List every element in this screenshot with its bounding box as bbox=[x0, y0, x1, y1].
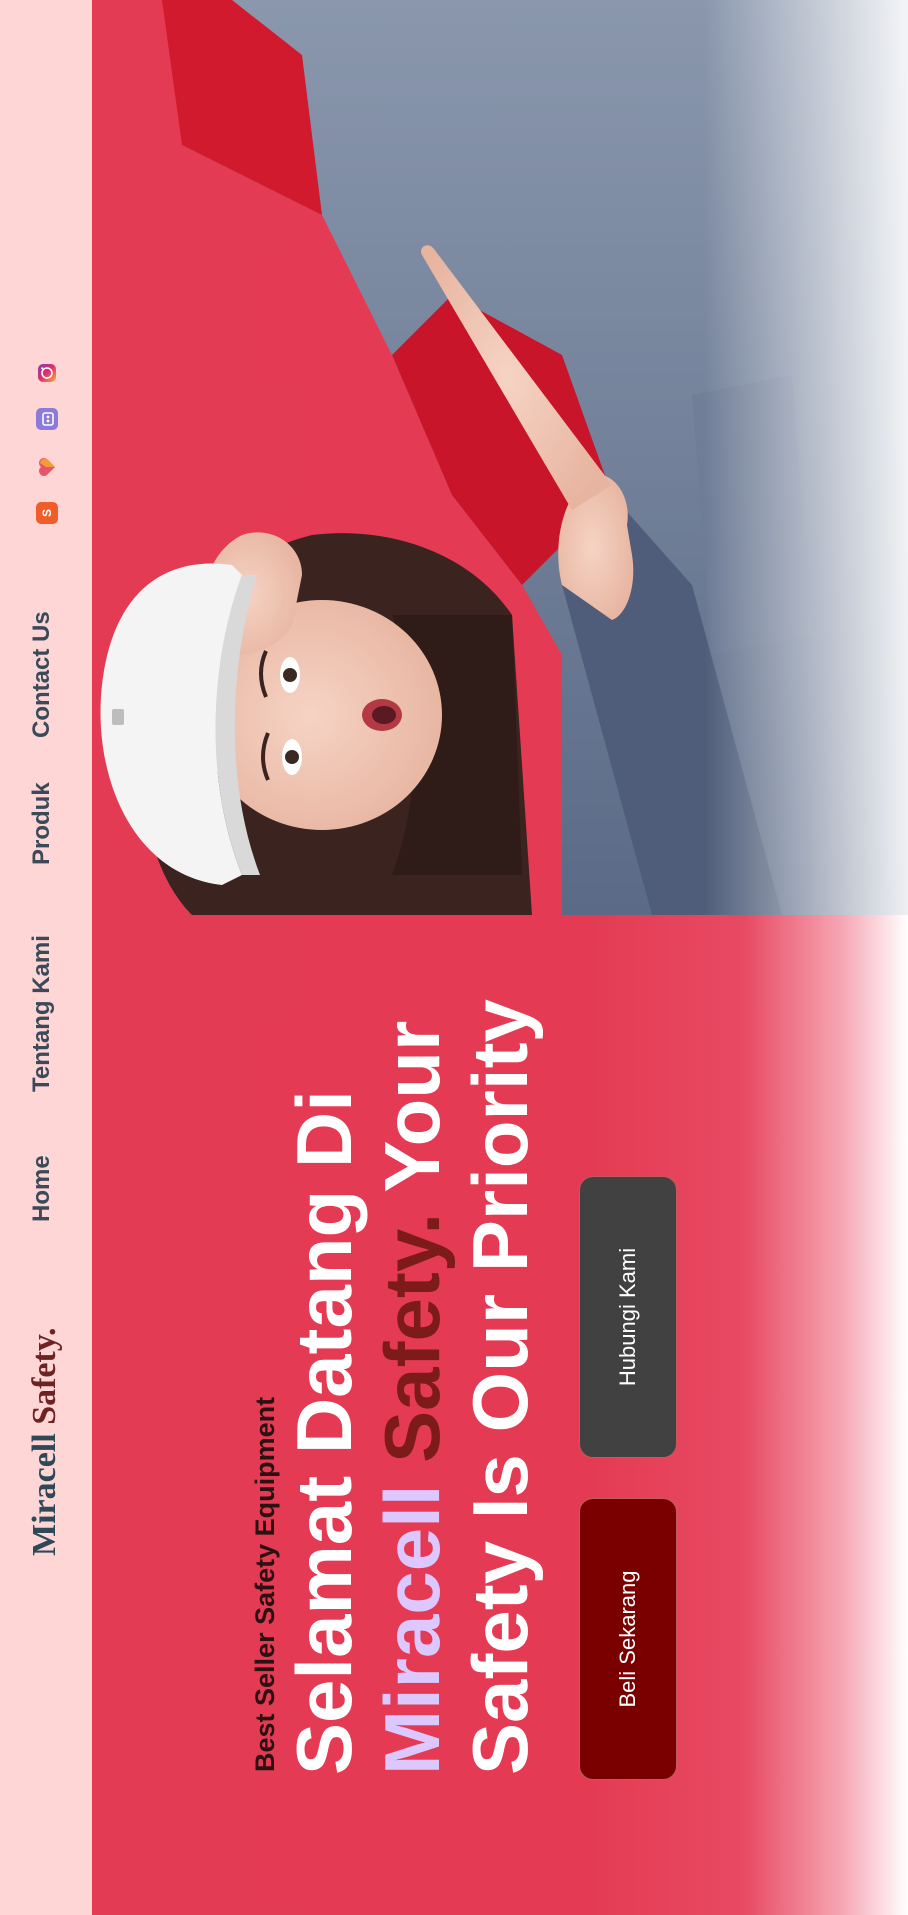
hero-title-your: Your bbox=[368, 1020, 456, 1213]
brand-accent: Safety. bbox=[26, 1327, 63, 1425]
hero-title-line-3: Safety Is Our Priority bbox=[456, 999, 544, 1775]
tokopedia-icon[interactable] bbox=[36, 408, 58, 430]
rotated-site: Miracell Safety. Home Tentang Kami Produ… bbox=[0, 0, 908, 1915]
hero-kicker: Best Seller Safety Equipment bbox=[250, 1396, 280, 1772]
hero-title-highlight-miracell: Miracell bbox=[368, 1484, 456, 1775]
lazada-icon[interactable] bbox=[36, 456, 58, 478]
nav-produk[interactable]: Produk bbox=[28, 782, 56, 865]
navbar: Miracell Safety. Home Tentang Kami Produ… bbox=[0, 0, 92, 1915]
shopee-icon[interactable]: S bbox=[36, 502, 58, 524]
page: Miracell Safety. Home Tentang Kami Produ… bbox=[0, 0, 908, 1915]
hero-title-line-2: Miracell Safety. Your bbox=[368, 895, 456, 1775]
hero-worker-illustration bbox=[92, 0, 908, 915]
instagram-icon[interactable] bbox=[36, 362, 58, 384]
hero-section: Best Seller Safety Equipment Selamat Dat… bbox=[92, 0, 908, 1915]
hero-title-line-1: Selamat Datang Di bbox=[280, 1090, 368, 1775]
buy-now-button[interactable]: Beli Sekarang bbox=[579, 1498, 677, 1780]
nav-tentang-kami[interactable]: Tentang Kami bbox=[28, 935, 56, 1092]
nav-home[interactable]: Home bbox=[28, 1155, 56, 1222]
contact-us-button[interactable]: Hubungi Kami bbox=[579, 1176, 677, 1458]
brand-logo[interactable]: Miracell Safety. bbox=[26, 1328, 64, 1556]
nav-contact-us[interactable]: Contact Us bbox=[28, 611, 56, 738]
brand-main: Miracell bbox=[26, 1433, 63, 1556]
hero-title: Selamat Datang Di Miracell Safety. Your … bbox=[280, 895, 544, 1775]
hero-title-highlight-safety: Safety. bbox=[368, 1212, 456, 1463]
